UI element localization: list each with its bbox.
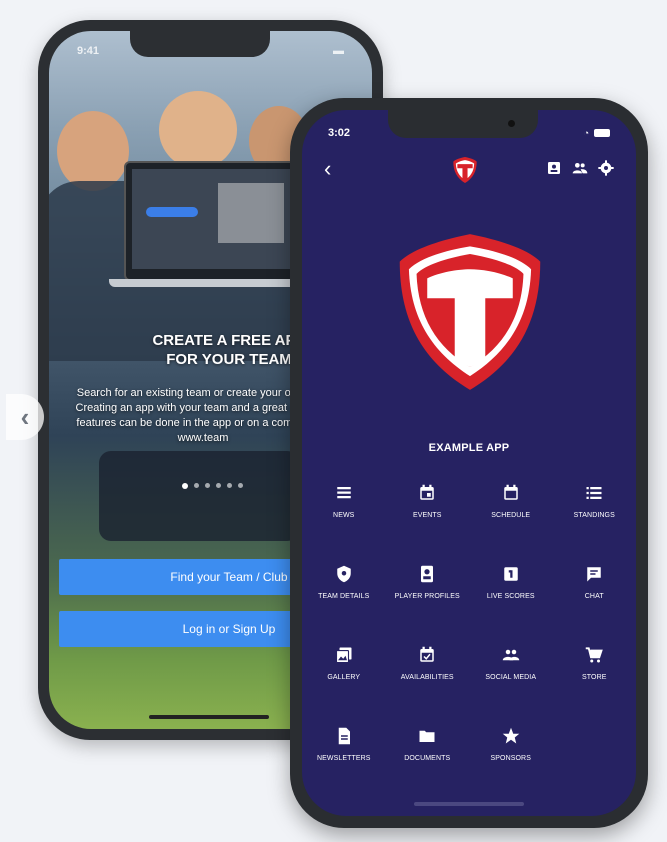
tile-events[interactable]: EVENTS [386,482,470,563]
group-icon [502,649,519,661]
team-crest-logo [399,234,541,390]
laptop-base [109,279,314,287]
tile-schedule[interactable]: SCHEDULE [469,482,553,563]
front-phone-screen: 3:02 ◔ ‹ EXAMPLE APP NEWS EVENTS SCHEDUL… [302,110,636,816]
photo-shorts [99,451,299,541]
tile-team-details[interactable]: TEAM DETAILS [302,563,386,644]
tile-availabilities[interactable]: AVAILABILITIES [386,644,470,725]
tile-standings[interactable]: STANDINGS [553,482,637,563]
front-phone-frame: 3:02 ◔ ‹ EXAMPLE APP NEWS EVENTS SCHEDUL… [290,98,648,828]
document-icon [338,727,350,745]
tile-sponsors[interactable]: SPONSORS [469,725,553,806]
feature-grid: NEWS EVENTS SCHEDULE STANDINGS TEAM DETA… [302,482,636,806]
team-logo-icon [453,157,477,183]
player-card-icon [421,565,434,583]
back-chevron-icon[interactable]: ‹ [324,158,331,180]
people-icon[interactable] [572,160,588,176]
tile-store[interactable]: STORE [553,644,637,725]
carousel-dots[interactable] [182,483,243,489]
tile-player-profiles[interactable]: PLAYER PROFILES [386,563,470,644]
calendar-icon [504,484,518,500]
star-icon [502,727,519,744]
battery-icon: ▬ [333,45,344,57]
list-icon [586,487,602,499]
cart-icon [586,647,604,663]
shield-icon [337,565,351,583]
battery-icon [594,129,610,137]
chat-icon [587,567,601,582]
phone-notch [388,110,538,138]
tile-chat[interactable]: CHAT [553,563,637,644]
photo-child [57,111,129,191]
folder-icon [419,730,435,742]
top-icon-group [546,160,614,176]
tile-newsletters[interactable]: NEWSLETTERS [302,725,386,806]
wifi-icon: ◔ [583,128,589,138]
promo-stage: 9:41 ▬ CREATE A FREE APP FOR YOUR TEAM S… [0,0,667,842]
app-top-bar: ‹ [302,156,636,186]
tile-documents[interactable]: DOCUMENTS [386,725,470,806]
home-indicator [414,802,524,806]
news-icon [337,487,351,499]
calendar-event-icon [420,484,434,500]
laptop-image [124,161,299,281]
calendar-check-icon [420,646,434,662]
tile-gallery[interactable]: GALLERY [302,644,386,725]
phone-notch [130,31,270,57]
home-indicator [149,715,269,719]
status-time: 3:02 [328,127,351,139]
app-name: EXAMPLE APP [428,442,510,454]
score-icon [504,567,518,581]
status-time: 9:41 [77,45,100,57]
tile-news[interactable]: NEWS [302,482,386,563]
photo-child [159,91,237,169]
gear-icon[interactable] [598,160,614,176]
tile-social-media[interactable]: SOCIAL MEDIA [469,644,553,725]
tile-live-scores[interactable]: LIVE SCORES [469,563,553,644]
contact-card-icon[interactable] [546,160,562,176]
gallery-icon [335,647,352,664]
